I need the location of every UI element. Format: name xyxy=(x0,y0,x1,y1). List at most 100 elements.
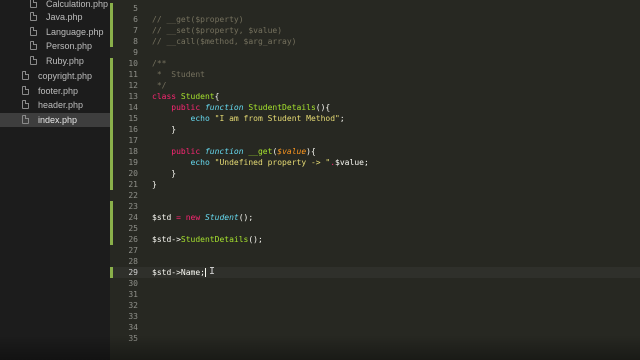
code-token: "I am from Student Method" xyxy=(214,114,340,123)
code-line[interactable]: $std = new Student(); xyxy=(152,212,253,223)
file-icon xyxy=(30,56,37,65)
line-number: 14 xyxy=(128,103,138,112)
code-token: function xyxy=(204,103,249,112)
sidebar-file-item[interactable]: footer.php xyxy=(0,84,110,98)
line-number: 21 xyxy=(128,180,138,189)
line-number: 6 xyxy=(133,15,138,24)
sidebar-file-item[interactable]: copyright.php xyxy=(0,69,110,83)
code-token: StudentDetails xyxy=(180,235,249,244)
code-token: (); xyxy=(248,235,263,244)
line-number: 13 xyxy=(128,92,138,101)
line-number: 8 xyxy=(133,37,138,46)
line-number: 35 xyxy=(128,334,138,343)
code-token: ; xyxy=(339,114,345,123)
line-number: 32 xyxy=(128,301,138,310)
code-token: $std-> xyxy=(152,235,181,244)
code-token: /** xyxy=(152,59,167,68)
code-token: $std->Name; xyxy=(152,268,205,277)
line-number: 5 xyxy=(133,4,138,13)
file-icon xyxy=(30,0,37,8)
line-number: 22 xyxy=(128,191,138,200)
code-line[interactable]: $std->StudentDetails(); xyxy=(152,234,263,245)
file-icon xyxy=(22,115,29,124)
code-line[interactable]: } xyxy=(152,179,157,190)
code-token: $value; xyxy=(335,158,369,167)
line-number: 30 xyxy=(128,279,138,288)
code-token: (){ xyxy=(315,103,331,112)
line-number: 19 xyxy=(128,158,138,167)
line-number: 33 xyxy=(128,312,138,321)
line-number: 20 xyxy=(128,169,138,178)
code-token: { xyxy=(214,92,220,101)
code-line[interactable]: // __get($property) xyxy=(152,14,244,25)
line-number-gutter: 5 6 7 8 9 10 11 12 13 14 15 16 17 18 19 20 21 22 23 24 25 26 2… xyxy=(110,0,138,360)
line-number: 24 xyxy=(128,213,138,222)
code-token: echo xyxy=(190,158,215,167)
code-token: * Student xyxy=(152,70,205,79)
line-number: 29 xyxy=(128,268,138,277)
code-area[interactable]: // __get($property) // __set($property, $… xyxy=(152,0,632,360)
sidebar-file-item[interactable]: Person.php xyxy=(0,39,110,53)
code-token: } xyxy=(152,125,177,134)
code-line[interactable]: class Student{ xyxy=(152,91,219,102)
sidebar-file-item[interactable]: index.php xyxy=(0,113,110,127)
file-icon xyxy=(30,41,37,50)
line-number: 18 xyxy=(128,147,138,156)
file-icon xyxy=(22,100,29,109)
code-token: echo xyxy=(190,114,215,123)
code-line[interactable]: public function StudentDetails(){ xyxy=(152,102,330,113)
line-number: 17 xyxy=(128,136,138,145)
code-token: $value xyxy=(277,147,307,156)
code-token: "Undefined property -> " xyxy=(214,158,331,167)
line-number: 9 xyxy=(133,48,138,57)
code-line[interactable]: // __call($method, $arg_array) xyxy=(152,36,297,47)
code-token: __get xyxy=(248,147,273,156)
code-line[interactable]: echo "Undefined property -> ".$value; xyxy=(152,157,369,168)
code-token: public xyxy=(171,147,205,156)
sidebar-file-name: index.php xyxy=(38,115,78,125)
code-token: } xyxy=(152,169,177,178)
sidebar-file-item[interactable]: Language.php xyxy=(0,25,110,39)
code-line[interactable]: * Student xyxy=(152,69,205,80)
code-token: $std xyxy=(152,213,177,222)
text-cursor-icon: I xyxy=(209,266,216,277)
sidebar-file-item[interactable]: Java.php xyxy=(0,10,110,24)
code-line[interactable]: } xyxy=(152,124,176,135)
line-number: 10 xyxy=(128,59,138,68)
code-editor[interactable]: 5 6 7 8 9 10 11 12 13 14 15 16 17 18 19 20 21 22 23 24 25 26 2… xyxy=(110,0,640,360)
code-line[interactable]: } xyxy=(152,168,176,179)
sidebar-file-item[interactable]: Ruby.php xyxy=(0,54,110,68)
sidebar-file-name: copyright.php xyxy=(38,71,93,81)
code-token: (); xyxy=(238,213,254,222)
code-token: // __set($property, $value) xyxy=(152,26,283,35)
line-number: 34 xyxy=(128,323,138,332)
line-number: 25 xyxy=(128,224,138,233)
file-icon xyxy=(30,27,37,36)
code-line[interactable]: echo "I am from Student Method"; xyxy=(152,113,345,124)
line-number: 16 xyxy=(128,125,138,134)
code-token: Student xyxy=(180,92,215,101)
code-token: class xyxy=(152,92,181,101)
file-icon xyxy=(22,86,29,95)
line-number: 28 xyxy=(128,257,138,266)
line-number: 7 xyxy=(133,26,138,35)
code-line[interactable]: */ xyxy=(152,80,167,91)
sidebar-file-name: Ruby.php xyxy=(46,56,84,66)
file-icon xyxy=(22,71,29,80)
code-token: public xyxy=(171,103,205,112)
sidebar-file-item[interactable]: header.php xyxy=(0,98,110,112)
code-token: ){ xyxy=(306,147,316,156)
code-line[interactable]: // __set($property, $value) xyxy=(152,25,282,36)
code-token: StudentDetails xyxy=(248,103,316,112)
line-number: 26 xyxy=(128,235,138,244)
code-line[interactable]: /** xyxy=(152,58,166,69)
line-number: 11 xyxy=(128,70,138,79)
text-caret xyxy=(205,268,206,277)
code-token: function xyxy=(204,147,249,156)
line-number: 31 xyxy=(128,290,138,299)
sidebar-file-name: footer.php xyxy=(38,86,79,96)
code-line[interactable]: public function __get($value){ xyxy=(152,146,316,157)
code-line[interactable]: $std->Name; xyxy=(152,267,205,278)
